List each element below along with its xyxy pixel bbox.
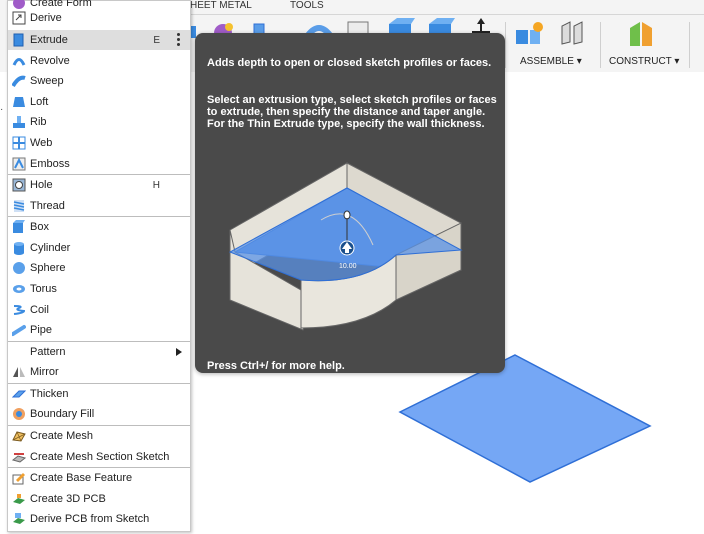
hole-icon <box>12 178 26 192</box>
browser-panel-fragment: · <box>0 104 4 115</box>
assemble-icon[interactable] <box>514 20 546 48</box>
menu-item-create-mesh-section-sketch[interactable]: Create Mesh Section Sketch <box>8 447 190 467</box>
menu-item-mirror[interactable]: Mirror <box>8 362 190 382</box>
menu-item-derive-pcb-from-sketch[interactable]: Derive PCB from Sketch <box>8 509 190 529</box>
menu-item-box[interactable]: Box <box>8 217 190 237</box>
emboss-icon <box>12 157 26 171</box>
menu-item-thicken[interactable]: Thicken <box>8 384 190 404</box>
coil-icon <box>13 305 26 315</box>
menu-item-emboss[interactable]: Emboss <box>8 154 190 174</box>
tab-sheet-metal[interactable]: HEET METAL <box>190 0 252 11</box>
menu-item-boundary-fill[interactable]: Boundary Fill <box>8 404 190 424</box>
menu-item-derive[interactable]: Derive <box>8 8 190 28</box>
sweep-icon <box>12 75 26 88</box>
menu-item-coil[interactable]: Coil <box>8 300 190 320</box>
menu-item-pipe[interactable]: Pipe <box>8 320 190 340</box>
cylinder-icon <box>14 242 24 255</box>
create-menu: Create Form Derive Extrude E Revolve Swe… <box>7 0 191 532</box>
menu-item-create-mesh[interactable]: Create Mesh <box>8 426 190 446</box>
tooltip-description: Select an extrusion type, select sketch … <box>207 94 497 130</box>
construct-menu[interactable]: CONSTRUCT ▾ <box>609 56 679 67</box>
extrude-illustration: 10.00 <box>228 162 463 331</box>
menu-item-torus[interactable]: Torus <box>8 279 190 299</box>
thread-icon <box>13 200 25 212</box>
tab-tools[interactable]: TOOLS <box>290 0 324 11</box>
assemble-menu[interactable]: ASSEMBLE ▾ <box>520 56 582 67</box>
menu-item-web[interactable]: Web <box>8 133 190 153</box>
derive-icon <box>12 11 26 25</box>
menu-item-extrude[interactable]: Extrude E <box>8 30 190 50</box>
boundary-fill-icon <box>13 408 25 420</box>
menu-item-sphere[interactable]: Sphere <box>8 258 190 278</box>
extrude-icon <box>13 33 24 47</box>
menu-item-sweep[interactable]: Sweep <box>8 71 190 91</box>
shortcut-label: E <box>153 34 160 46</box>
torus-icon <box>13 285 25 293</box>
tab-underline <box>186 14 704 15</box>
dimension-label: 10.00 <box>339 263 357 270</box>
pattern-icon-placeholder <box>12 345 26 359</box>
more-options-icon[interactable] <box>177 33 180 48</box>
revolve-icon <box>12 58 26 66</box>
mesh-section-sketch-icon <box>12 453 26 463</box>
submenu-arrow-icon <box>176 348 182 356</box>
base-feature-icon <box>12 473 25 485</box>
joint-icon[interactable] <box>558 20 586 48</box>
menu-item-rib[interactable]: Rib <box>8 112 190 132</box>
menu-item-revolve[interactable]: Revolve <box>8 51 190 71</box>
menu-item-create-base-feature[interactable]: Create Base Feature <box>8 468 190 488</box>
menu-item-pattern[interactable]: Pattern <box>8 342 190 362</box>
web-icon <box>12 136 26 150</box>
sphere-icon <box>13 262 25 274</box>
toolbar-separator <box>689 22 690 68</box>
pcb-3d-icon <box>13 494 25 504</box>
menu-item-cylinder[interactable]: Cylinder <box>8 238 190 258</box>
loft-icon <box>13 97 25 107</box>
menu-item-thread[interactable]: Thread <box>8 196 190 216</box>
shortcut-label: H <box>152 179 160 191</box>
menu-item-loft[interactable]: Loft <box>8 92 190 112</box>
tooltip-summary: Adds depth to open or closed sketch prof… <box>207 57 492 69</box>
construct-icon[interactable] <box>626 20 656 48</box>
menu-item-create-3d-pcb[interactable]: Create 3D PCB <box>8 489 190 509</box>
mirror-icon <box>13 367 25 377</box>
toolbar-separator <box>600 22 601 68</box>
sketch-plane[interactable] <box>380 352 660 492</box>
extrude-tooltip: Adds depth to open or closed sketch prof… <box>195 33 505 373</box>
menu-item-hole[interactable]: Hole H <box>8 175 190 195</box>
thicken-icon <box>12 390 26 398</box>
create-mesh-icon <box>12 431 26 442</box>
rib-icon <box>13 116 25 128</box>
pipe-icon <box>12 325 26 336</box>
derive-pcb-icon <box>13 513 25 524</box>
toolbar-separator <box>505 22 506 68</box>
box-icon <box>13 220 25 233</box>
tooltip-help: Press Ctrl+/ for more help. <box>207 360 345 372</box>
